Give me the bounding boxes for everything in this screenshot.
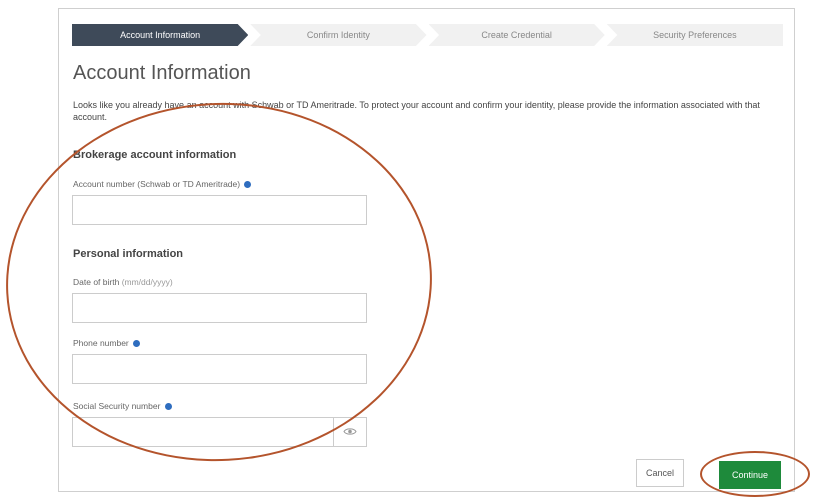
continue-button[interactable]: Continue [719, 461, 781, 489]
account-number-input[interactable] [72, 195, 367, 225]
ssn-input[interactable] [73, 418, 345, 446]
cancel-button[interactable]: Cancel [636, 459, 684, 487]
eye-icon [343, 425, 357, 439]
ssn-label: Social Security number [73, 401, 172, 411]
account-number-label: Account number (Schwab or TD Ameritrade) [73, 179, 252, 189]
account-number-label-text: Account number (Schwab or TD Ameritrade) [73, 179, 241, 189]
info-icon[interactable] [244, 181, 252, 189]
date-of-birth-input[interactable] [72, 293, 367, 323]
phone-number-label-text: Phone number [73, 338, 129, 348]
step-security-preferences: Security Preferences [606, 24, 783, 46]
phone-number-input[interactable] [72, 354, 367, 384]
brokerage-section-title: Brokerage account information [73, 149, 237, 161]
ssn-label-text: Social Security number [73, 401, 161, 411]
date-of-birth-label: Date of birth (mm/dd/yyyy) [73, 277, 173, 287]
info-icon[interactable] [164, 403, 172, 411]
personal-section-title: Personal information [73, 248, 184, 260]
page-title: Account Information [73, 62, 251, 84]
ssn-field [72, 417, 367, 447]
progress-stepper: Account Information Confirm Identity Cre… [72, 24, 783, 46]
date-of-birth-label-text: Date of birth [73, 277, 120, 287]
step-account-information: Account Information [72, 24, 249, 46]
date-of-birth-hint: (mm/dd/yyyy) [121, 277, 173, 287]
info-icon[interactable] [133, 340, 141, 348]
intro-text: Looks like you already have an account w… [73, 100, 760, 122]
show-ssn-button[interactable] [333, 418, 366, 446]
phone-number-label: Phone number [73, 338, 141, 348]
step-confirm-identity: Confirm Identity [250, 24, 427, 46]
account-information-card: Account Information Confirm Identity Cre… [58, 8, 795, 492]
step-create-credential: Create Credential [428, 24, 605, 46]
